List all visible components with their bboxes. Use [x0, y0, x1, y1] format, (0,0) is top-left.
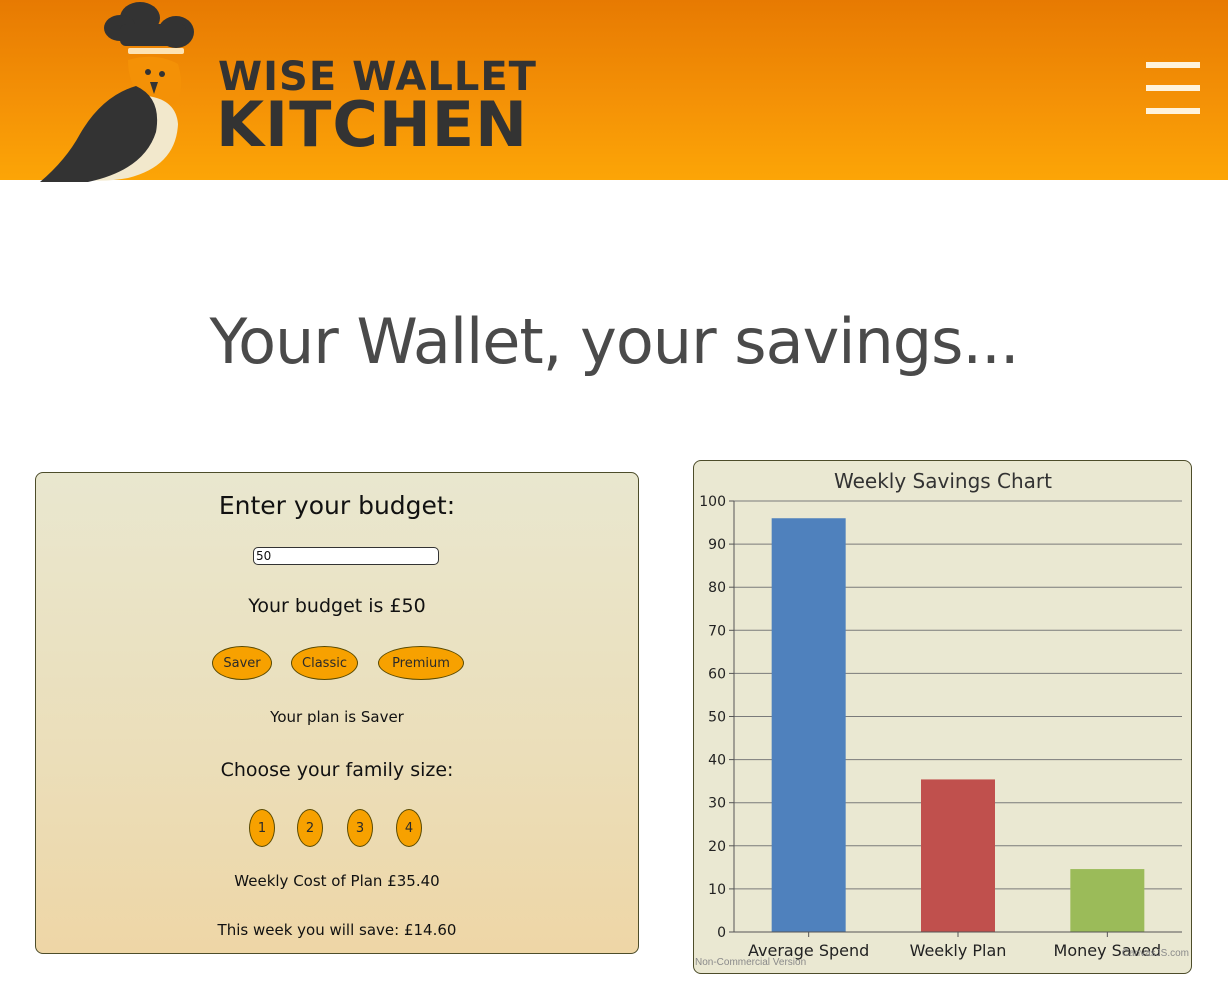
- y-tick-label: 40: [708, 753, 726, 769]
- bar-average-spend: [771, 518, 846, 932]
- chef-parrot-logo[interactable]: [36, 0, 206, 182]
- y-tick-label: 70: [708, 623, 726, 639]
- y-tick-label: 90: [708, 537, 726, 553]
- y-tick-label: 80: [708, 580, 726, 596]
- menu-bar: [1146, 62, 1200, 68]
- brand-name-line2: KITCHEN: [216, 88, 529, 161]
- bar-weekly-plan: [921, 779, 995, 932]
- menu-bar: [1146, 85, 1200, 91]
- y-tick-label: 10: [708, 882, 726, 898]
- watermark-right: CanvasJS.com: [1122, 948, 1189, 959]
- budget-heading: Enter your budget:: [218, 491, 456, 520]
- plan-button-classic[interactable]: Classic: [291, 646, 358, 680]
- plan-button-premium[interactable]: Premium: [378, 646, 464, 680]
- family-size-button-1[interactable]: 1: [249, 809, 275, 847]
- family-size-button-2[interactable]: 2: [297, 809, 323, 847]
- y-tick-label: 30: [708, 796, 726, 812]
- y-tick-label: 100: [699, 494, 726, 510]
- chart-canvas: Weekly Savings Chart 0 10 20 30 40 50 60 70 80 90 1…: [695, 469, 1189, 968]
- chart-title: Weekly Savings Chart: [834, 469, 1052, 493]
- family-size-heading: Choose your family size:: [220, 759, 454, 781]
- hamburger-menu-icon[interactable]: [1146, 62, 1202, 118]
- family-size-button-4[interactable]: 4: [396, 809, 422, 847]
- menu-bar: [1146, 108, 1200, 114]
- weekly-cost-text: Weekly Cost of Plan £35.40: [234, 872, 440, 890]
- weekly-save-text: This week you will save: £14.60: [217, 921, 457, 939]
- budget-panel: Enter your budget: Your budget is £50 Sa…: [35, 472, 639, 954]
- page-title: Your Wallet, your savings...: [209, 305, 1019, 378]
- plan-button-saver[interactable]: Saver: [212, 646, 272, 680]
- y-tick-label: 50: [708, 710, 726, 726]
- family-size-button-3[interactable]: 3: [347, 809, 373, 847]
- bar-money-saved: [1070, 869, 1145, 932]
- y-tick-label: 60: [708, 666, 726, 682]
- weekly-savings-chart: Weekly Savings Chart 0 10 20 30 40 50 60 70 80 90 1…: [693, 460, 1192, 974]
- y-tick-label: 20: [708, 839, 726, 855]
- watermark-left: Non-Commercial Version: [695, 957, 806, 968]
- site-header: WISE WALLET KITCHEN: [0, 0, 1228, 182]
- budget-display: Your budget is £50: [248, 595, 426, 617]
- y-tick-label: 0: [717, 925, 726, 941]
- budget-input[interactable]: [253, 547, 439, 565]
- x-tick-label: Weekly Plan: [910, 941, 1007, 960]
- selected-plan-text: Your plan is Saver: [270, 708, 404, 726]
